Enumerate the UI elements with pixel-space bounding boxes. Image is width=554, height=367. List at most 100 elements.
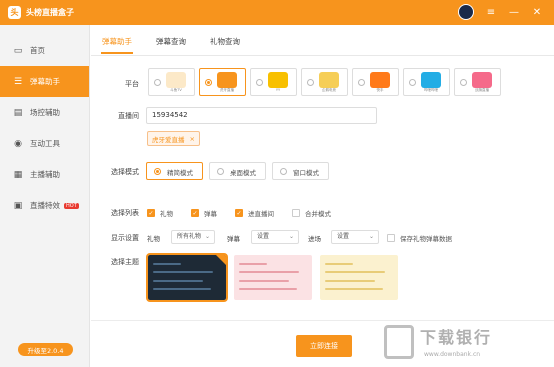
egame-logo-icon (319, 72, 339, 88)
main-panel: 弹幕助手 弹幕查询 礼物查询 平台 斗鱼TV 虎牙直播 YY 企鹅电竞 快手 哔… (91, 25, 554, 367)
list-gift-label: 礼物 (160, 210, 173, 218)
list-enter-label: 进直播间 (248, 210, 274, 218)
list-enter-checkbox[interactable]: ✓ 进直播间 (235, 208, 274, 218)
checkbox-icon (292, 209, 300, 217)
theme-preview-line (239, 271, 299, 273)
mode-window-label: 窗口模式 (293, 169, 319, 177)
list-label: 选择列表 (111, 209, 139, 217)
tab-gift-query[interactable]: 礼物查询 (210, 36, 240, 47)
sidebar-item-label: 主播辅助 (30, 170, 60, 179)
theme-preview-line (153, 280, 203, 282)
sidebar-item-live-effects[interactable]: ▣ 直播特效 HOT (0, 190, 89, 221)
user-avatar[interactable] (458, 4, 474, 20)
theme-yellow[interactable] (320, 255, 398, 300)
checkbox-icon (387, 234, 395, 242)
room-tag-label: 虎牙爱直播 (152, 135, 185, 144)
platform-name: 哔哩哔哩 (424, 88, 438, 92)
list-danmu-label: 弹幕 (204, 210, 217, 218)
list-merge-label: 合并模式 (305, 210, 331, 218)
platform-egame[interactable]: 企鹅电竞 (301, 68, 348, 96)
theme-preview-line (325, 280, 375, 282)
sidebar-item-label: 直播特效 (30, 201, 60, 210)
sidebar-item-danmu-assistant[interactable]: ☰ 弹幕助手 (0, 66, 89, 97)
theme-pink[interactable] (234, 255, 312, 300)
hot-badge: HOT (64, 202, 79, 209)
watermark-title: 下载银行 (420, 328, 493, 347)
kuaishou-logo-icon (370, 72, 390, 88)
list-gift-checkbox[interactable]: ✓ 礼物 (147, 208, 173, 218)
enter-select-value: 设置 (337, 233, 350, 240)
gift-select[interactable]: 所有礼物 ⌄ (171, 230, 215, 244)
platform-name: YY (275, 88, 281, 92)
checkbox-checked-icon: ✓ (147, 209, 155, 217)
save-data-checkbox[interactable]: 保存礼物弹幕数据 (387, 233, 452, 243)
radio-icon (205, 79, 212, 86)
mode-window[interactable]: 窗口模式 (272, 162, 329, 180)
chevron-down-icon: ⌄ (368, 233, 374, 240)
enter-setting-label: 进场 (308, 235, 321, 243)
huya-logo-icon (217, 72, 237, 88)
upgrade-button[interactable]: 升级至2.0.4 (18, 343, 73, 356)
sidebar-item-interaction-tools[interactable]: ◉ 互动工具 (0, 128, 89, 159)
theme-preview-line (325, 263, 353, 265)
room-id-input[interactable]: 15934542 (146, 107, 377, 124)
radio-icon (217, 168, 224, 175)
watermark-logo-icon (384, 325, 414, 359)
theme-preview-line (239, 280, 289, 282)
radio-icon (358, 79, 365, 86)
theme-label: 选择主题 (111, 258, 139, 266)
list-danmu-checkbox[interactable]: ✓ 弹幕 (191, 208, 217, 218)
sidebar-item-home[interactable]: ▭ 首页 (0, 35, 89, 66)
theme-preview-line (239, 263, 267, 265)
danmu-select[interactable]: 设置 ⌄ (251, 230, 299, 244)
watermark-url: www.downbank.cn (424, 351, 481, 358)
mode-desktop[interactable]: 桌面模式 (209, 162, 266, 180)
theme-preview-line (239, 288, 297, 290)
close-icon[interactable]: × (190, 135, 195, 143)
gift-setting-label: 礼物 (147, 235, 160, 243)
platform-name: 斗鱼TV (170, 88, 182, 92)
danmu-select-value: 设置 (257, 233, 270, 240)
mode-label: 选择模式 (111, 168, 139, 176)
sidebar-item-label: 首页 (30, 46, 45, 55)
room-tag[interactable]: 虎牙爱直播 × (147, 131, 200, 146)
zhanqi-logo-icon (472, 72, 492, 88)
enter-select[interactable]: 设置 ⌄ (331, 230, 379, 244)
connect-button[interactable]: 立即连接 (296, 335, 352, 357)
platform-yy[interactable]: YY (250, 68, 297, 96)
theme-dark[interactable] (146, 253, 228, 302)
platform-name: 虎牙直播 (220, 88, 234, 92)
platform-douyu[interactable]: 斗鱼TV (148, 68, 195, 96)
theme-preview-line (325, 288, 383, 290)
tab-danmu-assistant[interactable]: 弹幕助手 (102, 36, 132, 47)
platform-huya[interactable]: 虎牙直播 (199, 68, 246, 96)
chat-icon: ☰ (13, 76, 23, 87)
menu-icon[interactable]: ≡ (485, 6, 497, 18)
mode-simple[interactable]: 精简模式 (146, 162, 203, 180)
radio-icon (256, 79, 263, 86)
platform-name: 企鹅电竞 (322, 88, 336, 92)
radio-icon (154, 79, 161, 86)
bilibili-logo-icon (421, 72, 441, 88)
platform-bilibili[interactable]: 哔哩哔哩 (403, 68, 450, 96)
sidebar-item-field-control[interactable]: ▤ 场控辅助 (0, 97, 89, 128)
minimize-icon[interactable]: — (508, 6, 520, 18)
theme-preview-line (153, 271, 213, 273)
tab-bar: 弹幕助手 弹幕查询 礼物查询 (91, 25, 554, 56)
list-merge-checkbox[interactable]: 合并模式 (292, 208, 331, 218)
watermark: 下载银行 www.downbank.cn (380, 321, 550, 365)
app-title: 头榜直播盒子 (26, 8, 74, 17)
camera-icon: ▣ (13, 200, 23, 211)
close-icon[interactable]: ✕ (531, 6, 543, 18)
active-tab-indicator (101, 52, 133, 54)
theme-preview-line (153, 288, 211, 290)
platform-zhanqi[interactable]: 战旗直播 (454, 68, 501, 96)
platform-name: 快手 (376, 88, 384, 92)
platform-kuaishou[interactable]: 快手 (352, 68, 399, 96)
radio-icon (280, 168, 287, 175)
mode-simple-label: 精简模式 (167, 169, 193, 177)
danmu-setting-label: 弹幕 (227, 235, 240, 243)
display-label: 显示设置 (111, 234, 139, 242)
tab-danmu-query[interactable]: 弹幕查询 (156, 36, 186, 47)
sidebar-item-streamer-assist[interactable]: ▦ 主播辅助 (0, 159, 89, 190)
